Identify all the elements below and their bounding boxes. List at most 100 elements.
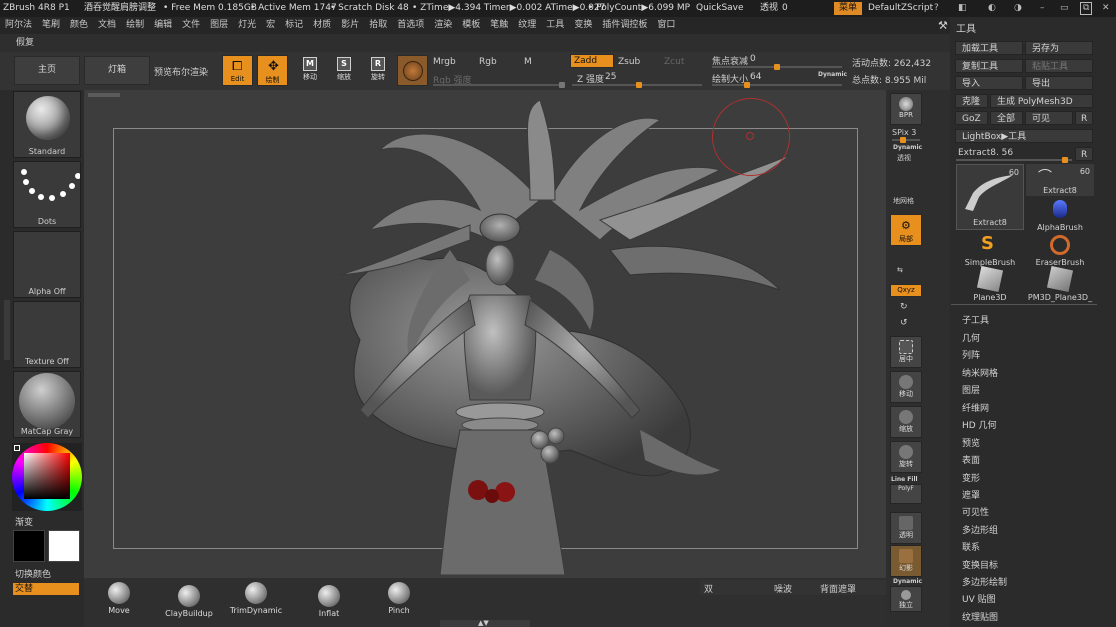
- move-view-button[interactable]: 移动: [890, 371, 922, 403]
- rotate-mode-button[interactable]: R 旋转: [363, 55, 393, 87]
- material-swatch-button[interactable]: [397, 55, 428, 86]
- draw-size-value[interactable]: 64: [750, 72, 761, 82]
- uv-map-section[interactable]: UV 贴图: [962, 592, 996, 605]
- menu-item[interactable]: 影片: [341, 20, 359, 30]
- inflat-brush-button[interactable]: Inflat: [301, 585, 357, 623]
- lightbox-button[interactable]: 灯箱: [84, 56, 150, 85]
- deformation-section[interactable]: 变形: [962, 471, 980, 484]
- surface-section[interactable]: 表面: [962, 453, 980, 466]
- menu-item[interactable]: 灯光: [238, 20, 256, 30]
- close-icon[interactable]: ✕: [1102, 0, 1110, 17]
- maximize-icon[interactable]: ▭: [1060, 0, 1069, 17]
- goz-all-button[interactable]: 全部: [990, 111, 1023, 125]
- palette-icon-2[interactable]: ◑: [1014, 0, 1022, 17]
- restore-icon[interactable]: ⧉: [1080, 2, 1093, 15]
- left-tray-handle[interactable]: [4, 300, 10, 360]
- alpha-selector[interactable]: Alpha Off: [13, 231, 81, 298]
- home-button[interactable]: 主页: [14, 56, 80, 85]
- tool-slot-simplebrush[interactable]: S SimpleBrush: [956, 233, 1024, 267]
- focal-slider[interactable]: [712, 64, 842, 70]
- m-toggle[interactable]: M: [524, 57, 532, 67]
- transp-button[interactable]: 透明: [890, 512, 922, 544]
- morph-target-section[interactable]: 变换目标: [962, 558, 998, 571]
- preview-section[interactable]: 预览: [962, 436, 980, 449]
- persp-button[interactable]: 透视: [897, 153, 911, 163]
- local-button[interactable]: ⚙ 局部: [890, 214, 922, 246]
- zcut-button[interactable]: Zcut: [664, 57, 684, 67]
- menu-item[interactable]: 拾取: [369, 20, 387, 30]
- fibermesh-section[interactable]: 纤维网: [962, 401, 989, 414]
- tool-slot-plane3d[interactable]: Plane3D: [956, 265, 1024, 302]
- mrgb-toggle[interactable]: Mrgb: [433, 57, 456, 67]
- dynamic-toggle[interactable]: Dynamic: [818, 71, 847, 78]
- primary-color-swatch[interactable]: [48, 530, 80, 562]
- tool-slot-eraserbrush[interactable]: EraserBrush: [1026, 233, 1094, 267]
- focal-value[interactable]: 0: [750, 54, 756, 64]
- subtool-section[interactable]: 子工具: [962, 313, 989, 326]
- claybuildup-brush-button[interactable]: ClayBuildup: [161, 585, 217, 623]
- menu-item[interactable]: 图层: [210, 20, 228, 30]
- layers-section[interactable]: 图层: [962, 383, 980, 396]
- scale-mode-button[interactable]: S 缩放: [329, 55, 359, 87]
- move-brush-button[interactable]: Move: [91, 582, 147, 620]
- palette-icon[interactable]: ◐: [988, 0, 996, 17]
- load-tool-button[interactable]: 加载工具: [955, 41, 1023, 55]
- layout-icon[interactable]: ◧: [958, 0, 967, 17]
- pinch-brush-button[interactable]: Pinch: [371, 582, 427, 620]
- array-section[interactable]: 列阵: [962, 348, 980, 361]
- menu-item[interactable]: 文档: [98, 20, 116, 30]
- visibility-section[interactable]: 可见性: [962, 505, 989, 518]
- polypaint-section[interactable]: 多边形绘制: [962, 575, 1007, 588]
- frame-button[interactable]: 居中: [890, 336, 922, 368]
- menu-item[interactable]: 绘制: [126, 20, 144, 30]
- menu-item[interactable]: 渲染: [434, 20, 452, 30]
- draw-size-slider[interactable]: [712, 82, 842, 88]
- menu-button[interactable]: 菜单: [834, 2, 863, 15]
- dynamic-persp-label[interactable]: Dynamic: [893, 144, 922, 151]
- rgb-toggle[interactable]: Rgb: [479, 57, 497, 67]
- zadd-button[interactable]: Zadd: [570, 54, 614, 68]
- goz-button[interactable]: GoZ: [955, 111, 988, 125]
- gradient-label[interactable]: 渐变: [15, 515, 33, 528]
- goz-visible-button[interactable]: 可见: [1025, 111, 1073, 125]
- menu-item[interactable]: 笔刷: [42, 20, 60, 30]
- nanomesh-section[interactable]: 纳米网格: [962, 366, 998, 379]
- dynamic-solo-label[interactable]: Dynamic: [893, 578, 922, 585]
- bpr-button[interactable]: BPR: [890, 93, 922, 125]
- draw-button[interactable]: ✥ 绘制: [257, 55, 288, 86]
- z-intensity-slider[interactable]: [572, 82, 702, 88]
- switch-color-button[interactable]: 切换颜色: [15, 567, 51, 580]
- import-button[interactable]: 导入: [955, 76, 1023, 90]
- solo-button[interactable]: 独立: [890, 586, 922, 612]
- menu-item[interactable]: 笔触: [490, 20, 508, 30]
- menu-item[interactable]: 标记: [285, 20, 303, 30]
- ghost-button[interactable]: 幻影: [890, 545, 922, 577]
- menu-item[interactable]: 材质: [313, 20, 331, 30]
- tool-slot-alphabrush[interactable]: AlphaBrush: [1026, 198, 1094, 232]
- rotate-z-icon[interactable]: ↺: [900, 318, 908, 328]
- z-intensity-value[interactable]: 25: [605, 72, 616, 82]
- transparency-label[interactable]: 透视: [760, 0, 778, 17]
- color-square[interactable]: [24, 453, 70, 499]
- linefill-label[interactable]: Line Fill: [891, 476, 918, 483]
- polyf-button[interactable]: PolyF: [890, 484, 922, 504]
- save-as-button[interactable]: 另存为: [1025, 41, 1093, 55]
- sym-button[interactable]: ⇆: [897, 266, 903, 274]
- extract-slider[interactable]: [956, 157, 1072, 163]
- brush-selector[interactable]: Standard: [13, 91, 81, 158]
- tool-slot-pm3d-plane3d[interactable]: PM3D_Plane3D_: [1026, 265, 1094, 302]
- goz-r-button[interactable]: R: [1075, 111, 1093, 125]
- help-icon[interactable]: ?: [934, 0, 939, 17]
- xyz-button[interactable]: Qxyz: [890, 284, 922, 297]
- make-polymesh-button[interactable]: 生成 PolyMesh3D: [990, 94, 1093, 108]
- noise-toggle[interactable]: 噪波: [774, 582, 792, 595]
- floor-button[interactable]: 地网格: [893, 196, 914, 206]
- menu-item[interactable]: 纹理: [518, 20, 536, 30]
- backface-mask-toggle[interactable]: 背面遮罩: [820, 582, 856, 595]
- move-mode-button[interactable]: M 移动: [295, 55, 325, 87]
- rgb-intensity-slider[interactable]: [433, 82, 565, 88]
- menu-item[interactable]: 模板: [462, 20, 480, 30]
- menu-item[interactable]: 文件: [182, 20, 200, 30]
- material-selector[interactable]: MatCap Gray: [13, 371, 81, 438]
- menu-item[interactable]: 首选项: [397, 20, 424, 30]
